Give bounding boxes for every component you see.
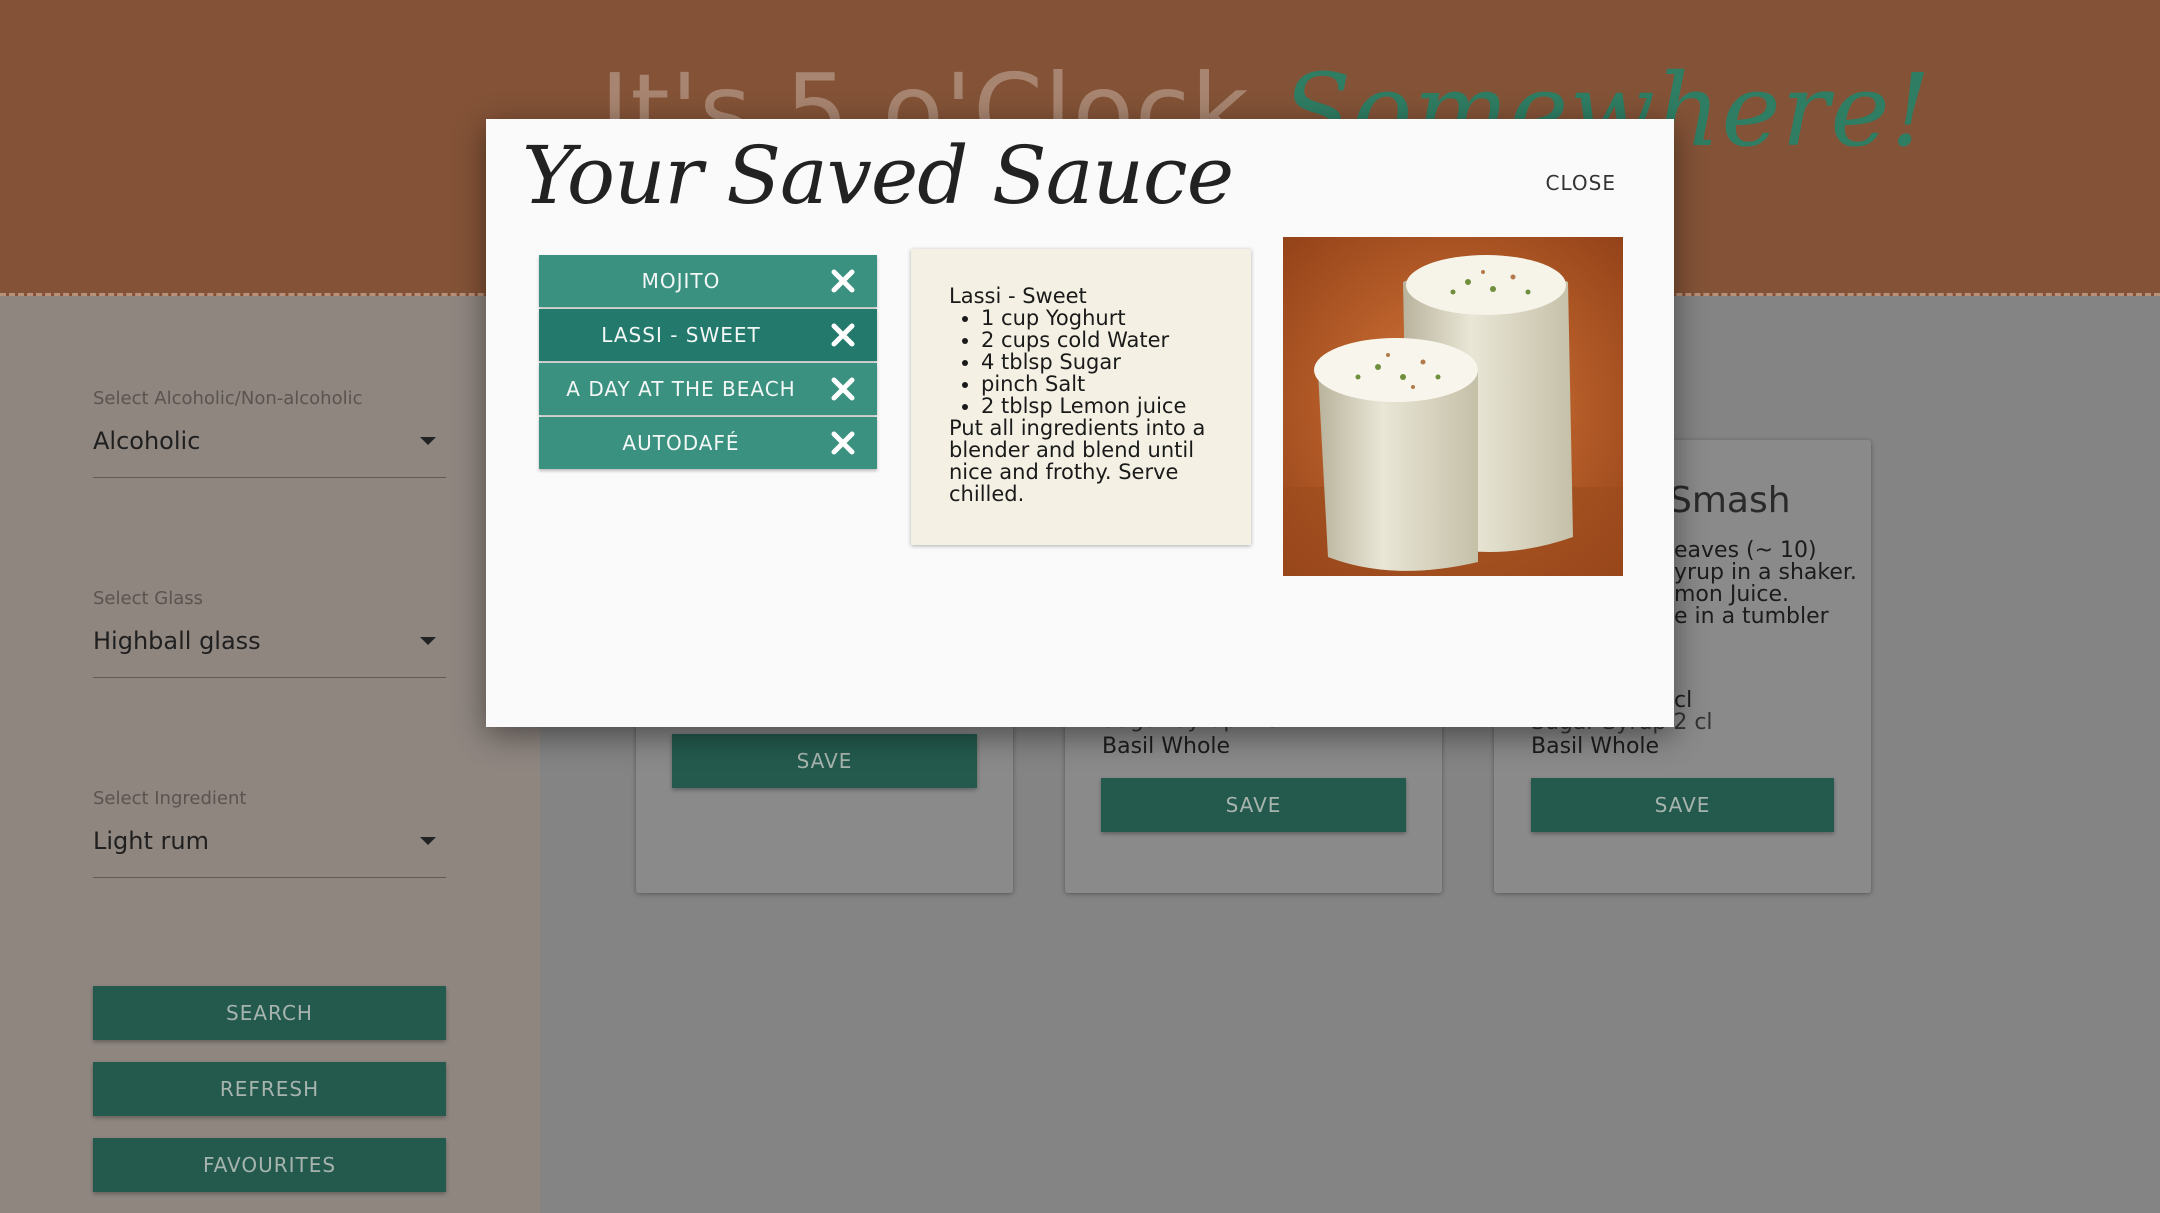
save-button[interactable]: SAVE <box>1101 778 1406 832</box>
favourite-label: A DAY AT THE BEACH <box>566 377 796 401</box>
drink-photo <box>1283 237 1623 576</box>
dropdown-caret-icon <box>420 437 436 445</box>
select-value: Alcoholic <box>93 427 201 455</box>
card-ingredient: Basil Whole <box>1102 734 1231 759</box>
card-ingredient: Basil Whole <box>1531 734 1660 759</box>
favourites-list: MOJITO LASSI - SWEET A DAY AT THE BEACH … <box>539 255 877 471</box>
save-button[interactable]: SAVE <box>1531 778 1834 832</box>
card-instructions-line: yrup in a shaker. <box>1674 560 1857 585</box>
ingredient-item: 2 tblsp Lemon juice <box>981 395 1213 417</box>
refresh-button[interactable]: REFRESH <box>93 1062 446 1116</box>
ingredient-item: 1 cup Yoghurt <box>981 307 1213 329</box>
saved-sauce-modal: Your Saved Sauce CLOSE MOJITO LASSI - SW… <box>486 119 1674 727</box>
favourite-item-autodafe[interactable]: AUTODAFÉ <box>539 417 877 469</box>
card-instructions-line: eaves (~ 10) <box>1674 538 1817 563</box>
card-instructions-line: mon Juice. <box>1674 582 1789 607</box>
recipe-name: Lassi - Sweet <box>949 284 1087 308</box>
filter-ingredient: Select Ingredient Light rum <box>93 788 446 878</box>
ingredient-item: pinch Salt <box>981 373 1213 395</box>
card-instructions-line: e in a tumbler <box>1674 604 1829 629</box>
remove-icon[interactable] <box>829 429 857 457</box>
card-ingredient: cl <box>1674 688 1693 713</box>
select-value: Light rum <box>93 827 209 855</box>
filter-label: Select Alcoholic/Non-alcoholic <box>93 388 363 409</box>
favourite-label: MOJITO <box>641 269 721 293</box>
recipe-note: Lassi - Sweet 1 cup Yoghurt 2 cups cold … <box>911 249 1251 545</box>
remove-icon[interactable] <box>829 267 857 295</box>
alcoholic-select[interactable]: Alcoholic <box>93 427 446 478</box>
sidebar: Select Alcoholic/Non-alcoholic Alcoholic… <box>0 296 540 1213</box>
close-button[interactable]: CLOSE <box>1546 171 1616 195</box>
favourite-item-a-day-at-the-beach[interactable]: A DAY AT THE BEACH <box>539 363 877 415</box>
favourite-item-lassi-sweet[interactable]: LASSI - SWEET <box>539 309 877 361</box>
ingredient-select[interactable]: Light rum <box>93 827 446 878</box>
favourite-label: AUTODAFÉ <box>622 431 740 455</box>
favourites-button[interactable]: FAVOURITES <box>93 1138 446 1192</box>
save-button[interactable]: SAVE <box>672 734 977 788</box>
modal-title: Your Saved Sauce <box>522 129 1234 222</box>
ingredient-item: 2 cups cold Water <box>981 329 1213 351</box>
filter-glass: Select Glass Highball glass <box>93 588 446 678</box>
remove-icon[interactable] <box>829 375 857 403</box>
filter-label: Select Glass <box>93 588 203 609</box>
ingredient-list: 1 cup Yoghurt 2 cups cold Water 4 tblsp … <box>949 307 1213 417</box>
remove-icon[interactable] <box>829 321 857 349</box>
search-button[interactable]: SEARCH <box>93 986 446 1040</box>
card-title: Smash <box>1669 480 1791 521</box>
lassi-glasses-image <box>1283 237 1623 576</box>
select-value: Highball glass <box>93 627 261 655</box>
favourite-label: LASSI - SWEET <box>601 323 761 347</box>
recipe-instructions: Put all ingredients into a blender and b… <box>949 416 1206 506</box>
filter-label: Select Ingredient <box>93 788 247 809</box>
glass-select[interactable]: Highball glass <box>93 627 446 678</box>
ingredient-item: 4 tblsp Sugar <box>981 351 1213 373</box>
dropdown-caret-icon <box>420 637 436 645</box>
dropdown-caret-icon <box>420 837 436 845</box>
filter-alcoholic: Select Alcoholic/Non-alcoholic Alcoholic <box>93 388 446 478</box>
favourite-item-mojito[interactable]: MOJITO <box>539 255 877 307</box>
